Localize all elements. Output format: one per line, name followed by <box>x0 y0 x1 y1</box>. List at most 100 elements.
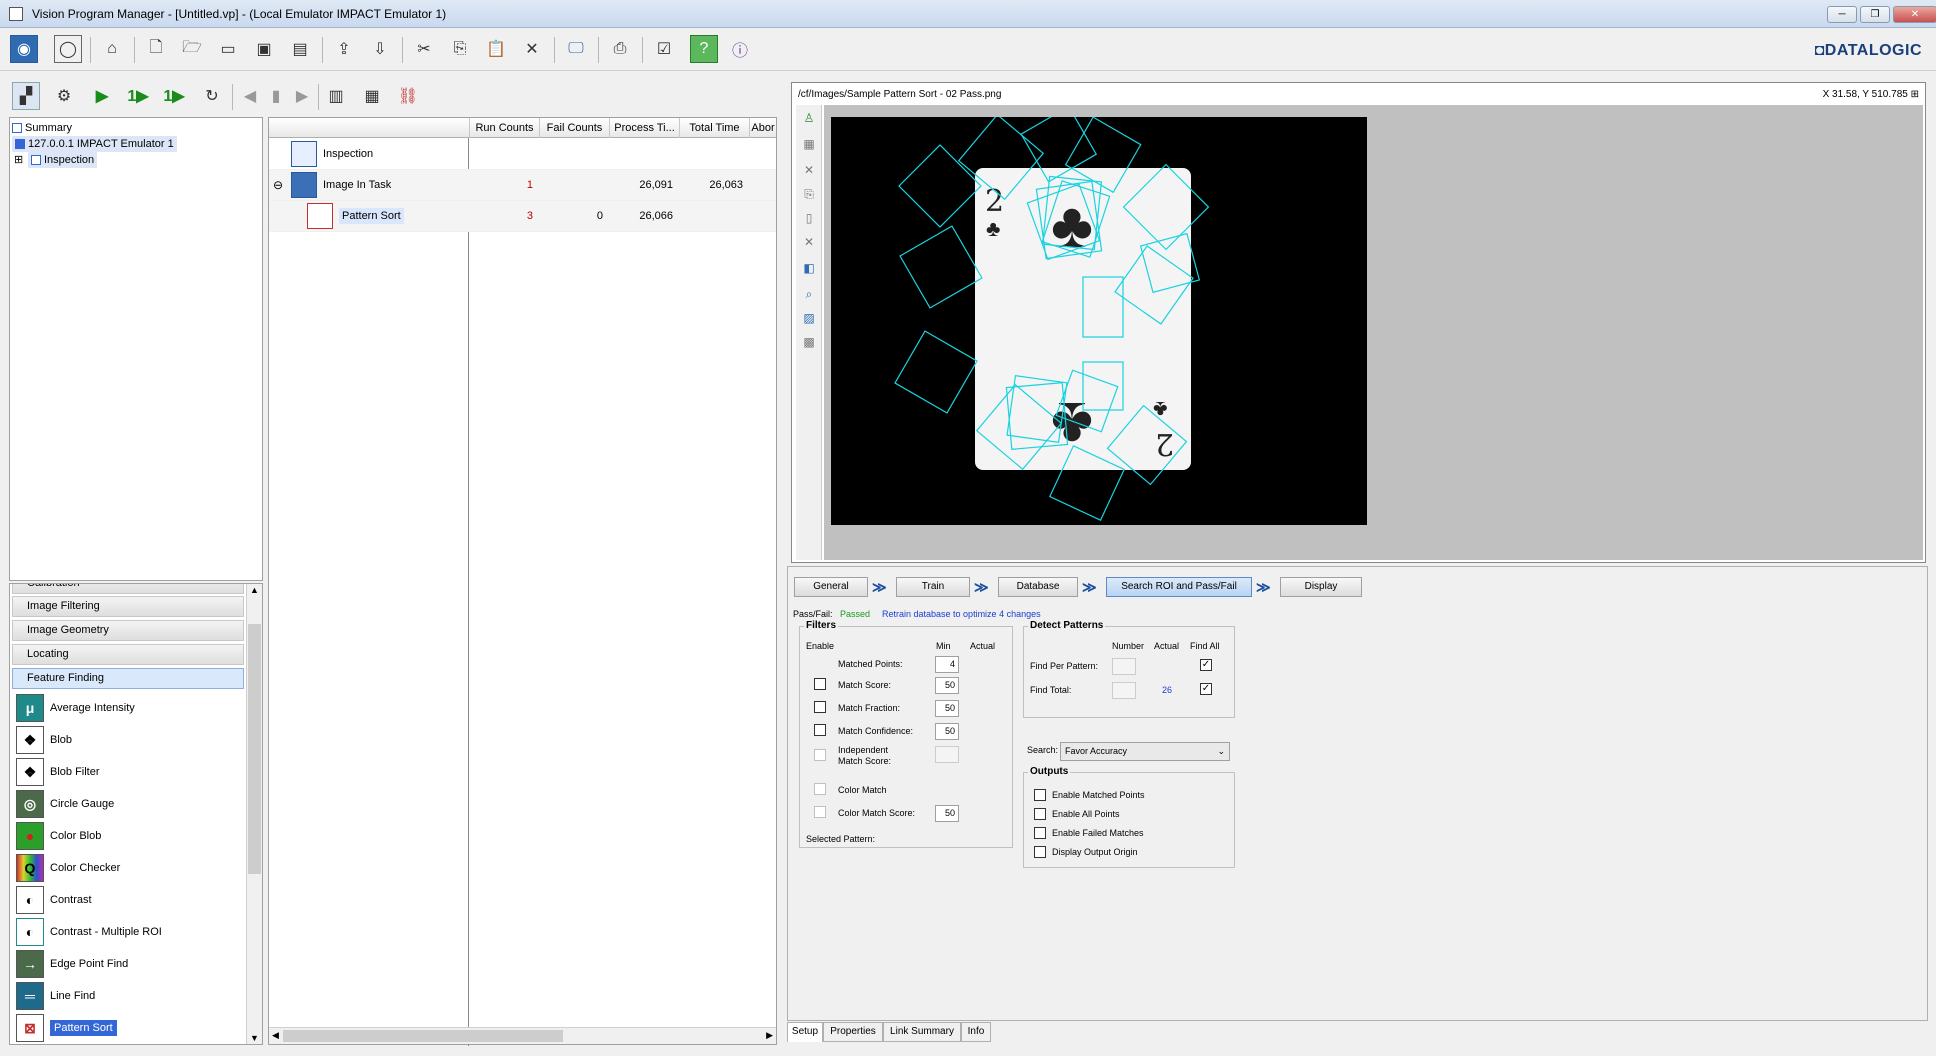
upload-icon[interactable]: ⇪ <box>330 35 358 63</box>
scroll-left-icon[interactable]: ◀ <box>272 1030 279 1041</box>
run-icon[interactable]: ▶ <box>88 82 116 110</box>
loop-icon[interactable]: ↻ <box>198 82 226 110</box>
close-button[interactable]: ✕ <box>1893 6 1936 23</box>
match-score-checkbox[interactable] <box>814 678 826 690</box>
step-forward-icon[interactable]: ▶ <box>288 82 316 110</box>
pause-icon[interactable]: ▮ <box>262 82 290 110</box>
task-grid-scroll-thumb[interactable] <box>283 1030 563 1042</box>
tool-line-find[interactable]: ═ Line Find <box>16 981 95 1011</box>
enable-matched-points-checkbox[interactable] <box>1034 789 1046 801</box>
open-folder-icon[interactable]: 🗁 <box>178 35 206 63</box>
delete-icon[interactable]: ✕ <box>518 35 546 63</box>
tree-expander[interactable]: ⊞ <box>14 152 23 168</box>
copy-shape-icon[interactable]: ⎘ <box>802 187 816 201</box>
match-confidence-checkbox[interactable] <box>814 724 826 736</box>
scroll-up-icon[interactable]: ▲ <box>250 585 259 595</box>
link-icon[interactable]: ⛓ <box>394 82 422 110</box>
paste-shape-icon[interactable]: ▯ <box>802 211 816 225</box>
task-grid-hscroll[interactable]: ◀ ▶ <box>269 1027 776 1044</box>
step-back-icon[interactable]: ◀ <box>236 82 264 110</box>
independent-input[interactable] <box>935 746 959 763</box>
tab-properties[interactable]: Properties <box>823 1022 883 1042</box>
tool-pattern-sort[interactable]: ⊠ Pattern Sort <box>16 1013 117 1043</box>
step-display[interactable]: Display <box>1280 577 1362 597</box>
tool-blob[interactable]: ❖ Blob <box>16 725 72 755</box>
find-per-pattern-all-checkbox[interactable]: ✓ <box>1200 659 1212 671</box>
col-run-counts[interactable]: Run Counts <box>469 118 539 138</box>
match-confidence-input[interactable]: 50 <box>935 723 959 740</box>
figure-icon[interactable]: ♙ <box>802 111 816 125</box>
color-match-score-checkbox[interactable] <box>814 806 826 818</box>
tool-blob-filter[interactable]: ❖ Blob Filter <box>16 757 100 787</box>
folder-icon[interactable]: ▭ <box>214 35 242 63</box>
palette-scrollbar[interactable]: ▲ ▼ <box>246 584 262 1044</box>
help-icon[interactable]: ? <box>690 35 718 63</box>
step-search-roi[interactable]: Search ROI and Pass/Fail <box>1106 577 1252 597</box>
table-row[interactable]: Pattern Sort 3 0 26,066 <box>269 201 776 232</box>
table-row[interactable]: Inspection <box>269 139 776 170</box>
stats-icon[interactable]: ▥ <box>322 82 350 110</box>
category-image-filtering[interactable]: Image Filtering <box>12 596 244 617</box>
tool-contrast[interactable]: ◐ Contrast <box>16 885 92 915</box>
find-total-all-checkbox[interactable]: ✓ <box>1200 683 1212 695</box>
match-fraction-checkbox[interactable] <box>814 701 826 713</box>
tab-setup[interactable]: Setup <box>787 1022 823 1042</box>
tree-summary[interactable]: Summary <box>12 120 72 136</box>
table-row[interactable]: ⊖ Image In Task 1 26,091 26,063 <box>269 170 776 201</box>
overlay-icon[interactable]: ◧ <box>802 261 816 275</box>
tool-contrast-multiple-roi[interactable]: ◐ Contrast - Multiple ROI <box>16 917 162 947</box>
step-run-icon[interactable]: 1▶ <box>160 82 188 110</box>
image-icon[interactable]: ▨ <box>802 311 816 325</box>
category-locating[interactable]: Locating <box>12 644 244 665</box>
home-icon[interactable]: ⌂ <box>98 35 126 63</box>
step-database[interactable]: Database <box>998 577 1078 597</box>
link-tool-icon[interactable]: ⚙ <box>50 82 78 110</box>
tab-link-summary[interactable]: Link Summary <box>883 1022 961 1042</box>
tool-select-icon[interactable]: ▞ <box>12 82 40 110</box>
checklist-icon[interactable]: ☑ <box>650 35 678 63</box>
step-train[interactable]: Train <box>896 577 970 597</box>
col-process-time[interactable]: Process Ti... <box>609 118 679 138</box>
tool-average-intensity[interactable]: μ Average Intensity <box>16 693 135 723</box>
download-icon[interactable]: ⇩ <box>366 35 394 63</box>
camera-icon[interactable]: ◉ <box>10 35 38 63</box>
restore-button[interactable]: ❐ <box>1860 6 1890 23</box>
grid-icon[interactable]: ▦ <box>802 137 816 151</box>
monitor-icon[interactable]: 🖵 <box>562 35 590 63</box>
run-once-icon[interactable]: 1▶ <box>124 82 152 110</box>
scroll-right-icon[interactable]: ▶ <box>766 1030 773 1041</box>
tree-inspection[interactable]: Inspection <box>28 152 98 168</box>
scroll-down-icon[interactable]: ▼ <box>250 1033 259 1043</box>
new-file-icon[interactable]: 🗋 <box>142 35 170 63</box>
info-icon[interactable]: ⓘ <box>726 35 754 63</box>
match-fraction-input[interactable]: 50 <box>935 700 959 717</box>
tool-color-blob[interactable]: ● Color Blob <box>16 821 101 851</box>
col-abort[interactable]: Abor <box>749 118 776 138</box>
clear-icon[interactable]: ✕ <box>802 235 816 249</box>
zoom-icon[interactable]: ⌕ <box>802 287 816 301</box>
search-mode-select[interactable]: Favor Accuracy ⌄ <box>1060 742 1230 761</box>
tab-info[interactable]: Info <box>961 1022 991 1042</box>
stop-icon[interactable]: ◯ <box>54 35 82 63</box>
paste-icon[interactable]: 📋 <box>482 35 510 63</box>
inspected-image[interactable]: 2 ♣ ♣ ♣ ♣ 2 <box>831 117 1367 525</box>
display-output-origin-checkbox[interactable] <box>1034 846 1046 858</box>
matched-points-input[interactable]: 4 <box>935 656 959 673</box>
category-calibration[interactable]: Calibration <box>12 584 244 594</box>
print-icon[interactable]: ⎙ <box>606 35 634 63</box>
match-score-input[interactable]: 50 <box>935 677 959 694</box>
independent-checkbox[interactable] <box>814 749 826 761</box>
tool-circle-gauge[interactable]: ◎ Circle Gauge <box>16 789 114 819</box>
tree-device[interactable]: 127.0.0.1 IMPACT Emulator 1 <box>12 136 177 152</box>
palette-scroll-thumb[interactable] <box>248 624 261 874</box>
collapse-icon[interactable]: ⊖ <box>273 178 283 192</box>
col-total-time[interactable]: Total Time <box>679 118 749 138</box>
col-fail-counts[interactable]: Fail Counts <box>539 118 609 138</box>
pin-icon[interactable]: ⊞ <box>1911 89 1919 100</box>
copy-icon[interactable]: ⎘ <box>446 35 474 63</box>
cut-icon[interactable]: ✂ <box>410 35 438 63</box>
color-match-score-input[interactable]: 50 <box>935 805 959 822</box>
enable-all-points-checkbox[interactable] <box>1034 808 1046 820</box>
delete-shape-icon[interactable]: ✕ <box>802 163 816 177</box>
save-as-icon[interactable]: ▤ <box>286 35 314 63</box>
